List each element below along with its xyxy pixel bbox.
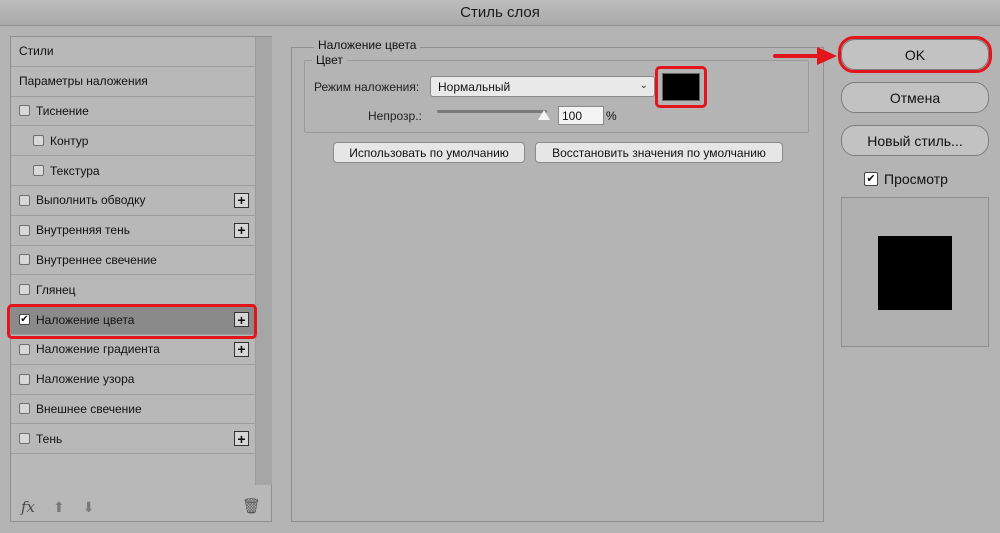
fx-icon[interactable]: fx <box>21 498 35 516</box>
style-item-label: Текстура <box>50 163 100 178</box>
window-titlebar: Стиль слоя <box>0 0 1000 26</box>
add-instance-icon[interactable]: + <box>234 312 249 328</box>
new-style-button[interactable]: Новый стиль... <box>841 125 989 156</box>
blend-mode-value: Нормальный <box>438 79 511 94</box>
styles-list: Стили Параметры наложения Тиснение Контур Те… <box>11 37 255 455</box>
preview-label: Просмотр <box>884 171 948 187</box>
style-item[interactable]: Внешнее свечение <box>11 395 255 425</box>
styles-footer: fx ⬆ ⬇ 🗑 <box>11 493 271 521</box>
style-item[interactable]: Наложение узора <box>11 365 255 395</box>
opacity-label: Непрозр.: <box>368 109 422 123</box>
style-checkbox[interactable] <box>33 165 44 177</box>
style-item[interactable]: Внутреннее свечение <box>11 246 255 276</box>
reset-default-button[interactable]: Восстановить значения по умолчанию <box>535 142 783 163</box>
make-default-label: Использовать по умолчанию <box>349 145 509 160</box>
arrow-down-icon[interactable]: ⬇ <box>83 499 95 516</box>
style-checkbox[interactable] <box>19 373 30 385</box>
styles-scrollbar[interactable] <box>255 37 272 485</box>
style-item[interactable]: Наложение градиента + <box>11 335 255 365</box>
ok-button[interactable]: OK <box>841 39 989 70</box>
style-checkbox[interactable] <box>19 105 30 117</box>
section-title: Наложение цвета <box>314 38 421 52</box>
add-instance-icon[interactable]: + <box>234 341 249 357</box>
make-default-button[interactable]: Использовать по умолчанию <box>333 142 525 163</box>
blend-mode-select[interactable]: Нормальный ⌄ <box>430 76 655 97</box>
style-item-label: Наложение градиента <box>36 342 160 357</box>
style-item[interactable]: Параметры наложения <box>11 67 255 97</box>
opacity-value: 100 <box>562 108 583 123</box>
style-item-label: Глянец <box>36 282 76 297</box>
group-title: Цвет <box>312 53 347 67</box>
style-item[interactable]: Текстура <box>11 156 255 186</box>
preview-thumbnail <box>878 236 952 310</box>
arrow-up-icon[interactable]: ⬆ <box>53 499 65 516</box>
style-item[interactable]: Контур <box>11 126 255 157</box>
add-instance-icon[interactable]: + <box>234 222 249 238</box>
new-style-label: Новый стиль... <box>867 132 963 149</box>
styles-panel: Стили Параметры наложения Тиснение Контур Те… <box>10 36 272 522</box>
add-instance-icon[interactable]: + <box>234 192 249 208</box>
blend-mode-label: Режим наложения: <box>314 80 420 94</box>
style-item[interactable]: Глянец <box>11 275 255 306</box>
style-item-label: Контур <box>50 133 89 148</box>
preview-checkbox[interactable]: ✔ <box>864 172 878 186</box>
style-item[interactable]: Внутренняя тень + <box>11 216 255 246</box>
style-checkbox[interactable] <box>19 194 30 206</box>
trash-icon[interactable]: 🗑 <box>242 497 261 515</box>
style-checkbox[interactable] <box>19 433 30 445</box>
style-item-label: Наложение узора <box>36 372 135 387</box>
opacity-slider[interactable] <box>437 110 547 113</box>
style-item-label: Тень <box>36 431 63 446</box>
window-title: Стиль слоя <box>460 4 540 21</box>
reset-default-label: Восстановить значения по умолчанию <box>552 145 766 160</box>
style-item[interactable]: Выполнить обводку + <box>11 186 255 216</box>
percent-sign: % <box>606 109 617 123</box>
chevron-down-icon: ⌄ <box>639 80 648 91</box>
style-item[interactable]: ✔ Наложение цвета + <box>11 305 255 335</box>
cancel-label: Отмена <box>889 89 941 106</box>
style-item[interactable]: Тиснение <box>11 97 255 127</box>
opacity-slider-thumb[interactable] <box>538 110 550 120</box>
style-item-label: Внешнее свечение <box>36 401 142 416</box>
style-checkbox[interactable] <box>19 224 30 236</box>
color-swatch[interactable] <box>662 73 700 101</box>
ok-label: OK <box>904 46 926 63</box>
style-item[interactable]: Стили <box>11 37 255 67</box>
red-arrow-icon <box>773 47 837 65</box>
cancel-button[interactable]: Отмена <box>841 82 989 113</box>
style-item-label: Выполнить обводку <box>36 193 146 208</box>
style-item-label: Параметры наложения <box>19 74 148 89</box>
opacity-input[interactable]: 100 <box>558 106 604 125</box>
style-item-label: Тиснение <box>36 103 89 118</box>
style-item-label: Стили <box>19 44 54 59</box>
add-instance-icon[interactable]: + <box>234 431 249 447</box>
style-item[interactable]: Тень + <box>11 424 255 455</box>
style-checkbox[interactable]: ✔ <box>19 314 30 326</box>
style-checkbox[interactable] <box>19 284 30 296</box>
style-item-label: Внутренняя тень <box>36 223 130 238</box>
preview-box <box>841 197 989 347</box>
style-item-label: Внутреннее свечение <box>36 252 157 267</box>
style-item-label: Наложение цвета <box>36 312 135 327</box>
preview-toggle[interactable]: ✔ Просмотр <box>864 171 948 187</box>
style-checkbox[interactable] <box>33 135 44 147</box>
color-swatch-highlight <box>655 66 707 108</box>
style-checkbox[interactable] <box>19 403 30 415</box>
style-checkbox[interactable] <box>19 343 30 355</box>
style-checkbox[interactable] <box>19 254 30 266</box>
